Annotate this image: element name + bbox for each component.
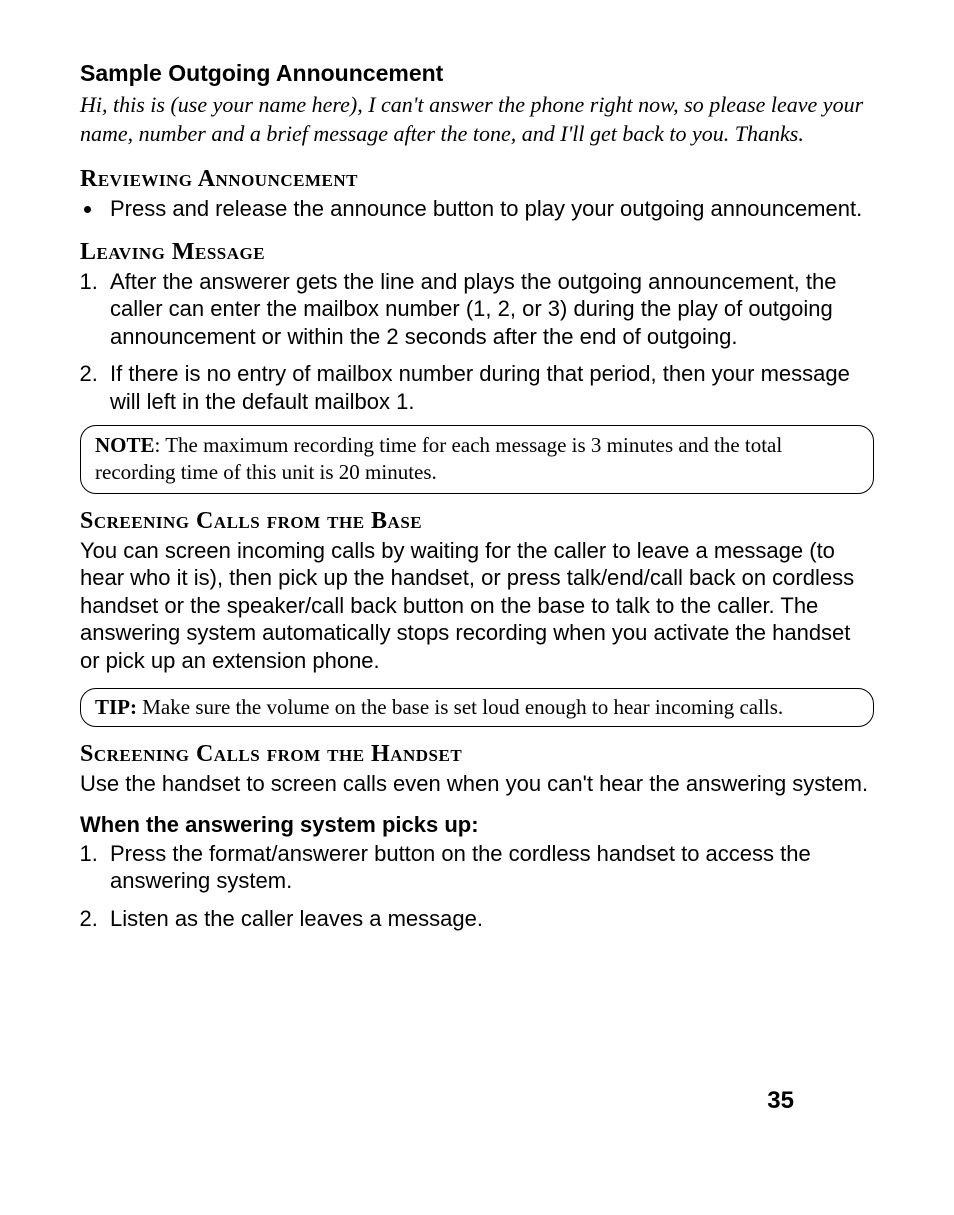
leaving-message-heading: Leaving Message bbox=[80, 239, 874, 266]
reviewing-announcement-heading: Reviewing Announcement bbox=[80, 166, 874, 193]
leaving-message-item-2: If there is no entry of mailbox number d… bbox=[104, 360, 874, 415]
page-number: 35 bbox=[767, 1087, 794, 1115]
screening-handset-para: Use the handset to screen calls even whe… bbox=[80, 770, 874, 798]
sample-outgoing-heading: Sample Outgoing Announcement bbox=[80, 60, 874, 87]
note-label: NOTE bbox=[95, 433, 155, 457]
answering-item-2: Listen as the caller leaves a message. bbox=[104, 905, 874, 933]
note-box-recording-time: NOTE: The maximum recording time for eac… bbox=[80, 425, 874, 494]
tip-text: Make sure the volume on the base is set … bbox=[137, 695, 783, 719]
screening-base-heading: Screening Calls from the Base bbox=[80, 508, 874, 535]
leaving-message-item-1: After the answerer gets the line and pla… bbox=[104, 268, 874, 351]
reviewing-bullet-1: Press and release the announce button to… bbox=[104, 195, 874, 223]
sample-outgoing-text: Hi, this is (use your name here), I can'… bbox=[80, 91, 874, 148]
screening-handset-heading: Screening Calls from the Handset bbox=[80, 741, 874, 768]
note-text: : The maximum recording time for each me… bbox=[95, 433, 782, 484]
screening-base-para: You can screen incoming calls by waiting… bbox=[80, 537, 874, 675]
answering-item-1: Press the format/answerer button on the … bbox=[104, 840, 874, 895]
tip-label: TIP: bbox=[95, 695, 137, 719]
when-answering-heading: When the answering system picks up: bbox=[80, 812, 874, 838]
tip-box-volume: TIP: Make sure the volume on the base is… bbox=[80, 688, 874, 727]
